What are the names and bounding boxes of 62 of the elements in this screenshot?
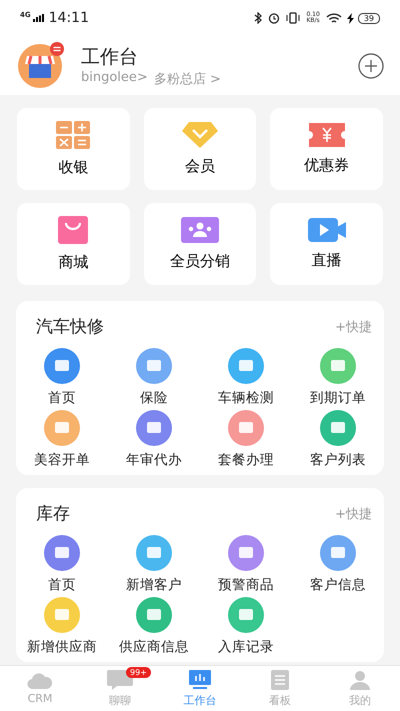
shortcut-label[interactable]: 新增供应商 [27, 638, 97, 656]
round-app-icon[interactable] [136, 348, 172, 384]
shortcut-label[interactable]: 年审代办 [126, 451, 182, 469]
shortcut-label[interactable]: 保险 [140, 389, 168, 407]
nav-tab[interactable]: 聊聊 99+ [80, 666, 160, 711]
shortcut-label[interactable]: 客户信息 [310, 576, 366, 594]
round-app-icon[interactable] [44, 410, 80, 446]
unread-badge: 99+ [126, 667, 151, 678]
group-icon [180, 217, 219, 243]
feature-tile[interactable]: 直播 [270, 203, 383, 285]
shortcut-label[interactable]: 到期订单 [310, 389, 366, 407]
charging-icon [346, 12, 354, 24]
round-app-icon[interactable] [136, 410, 172, 446]
swap-badge-icon [50, 42, 64, 56]
calculator-icon [56, 121, 90, 149]
clock-time: 14:11 [48, 10, 89, 26]
feature-tile[interactable]: 优惠券 [270, 108, 383, 190]
video-camera-icon [308, 218, 346, 242]
bar-chart-icon [189, 670, 211, 690]
shortcut-label[interactable]: 客户列表 [310, 451, 366, 469]
round-app-icon[interactable] [320, 535, 356, 571]
battery-level: 39 [358, 12, 380, 24]
round-app-icon[interactable] [228, 410, 264, 446]
shortcut-label[interactable]: 预警商品 [218, 576, 274, 594]
round-app-icon[interactable] [228, 535, 264, 571]
vibrate-icon [286, 12, 300, 24]
bag-icon [58, 216, 88, 244]
add-icon[interactable] [358, 52, 384, 78]
shortcut-label[interactable]: 美容开单 [34, 451, 90, 469]
shortcut-label[interactable]: 供应商信息 [119, 638, 189, 656]
shortcut-label[interactable]: 新增客户 [126, 576, 182, 594]
feature-tile[interactable]: 商城 [17, 203, 130, 285]
bluetooth-icon [254, 12, 262, 24]
round-app-icon[interactable] [44, 348, 80, 384]
wifi-icon [326, 12, 342, 24]
page-title: 工作台 [81, 44, 139, 70]
round-app-icon[interactable] [136, 597, 172, 633]
round-app-icon[interactable] [228, 348, 264, 384]
round-app-icon[interactable] [320, 348, 356, 384]
shortcut-label[interactable]: 首页 [48, 389, 76, 407]
shortcut-label[interactable]: 入库记录 [218, 638, 274, 656]
shortcut-label[interactable]: 首页 [48, 576, 76, 594]
round-app-icon[interactable] [320, 410, 356, 446]
feature-tile[interactable]: 收银 [17, 108, 130, 190]
feature-tile[interactable]: 全员分销 [144, 203, 256, 285]
store-avatar-icon [18, 44, 62, 88]
shortcut-label[interactable]: 套餐办理 [218, 451, 274, 469]
alarm-icon [268, 12, 280, 24]
person-icon [350, 670, 370, 690]
feature-tile[interactable]: 会员 [144, 108, 256, 190]
section-title: 汽车快修 [36, 316, 105, 338]
signal-icon [32, 14, 45, 22]
cloud-icon [27, 672, 53, 688]
round-app-icon[interactable] [44, 597, 80, 633]
round-app-icon[interactable] [44, 535, 80, 571]
clipboard-icon [271, 670, 289, 690]
round-app-icon[interactable] [136, 535, 172, 571]
round-app-icon[interactable] [228, 597, 264, 633]
shortcut-label[interactable]: 车辆检测 [218, 389, 274, 407]
ticket-icon [308, 123, 345, 147]
diamond-icon [182, 122, 218, 148]
section-title: 库存 [36, 503, 71, 525]
